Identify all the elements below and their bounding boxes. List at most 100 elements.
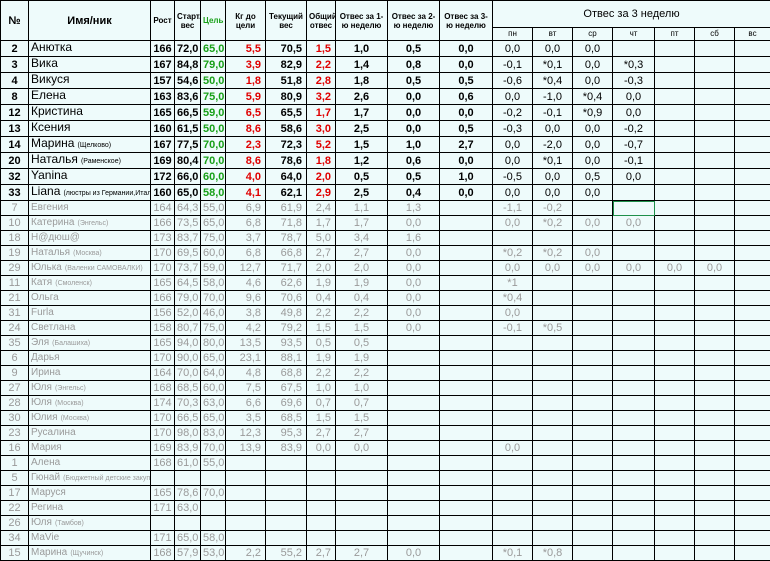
week1-cell[interactable]: 1,5: [336, 321, 388, 336]
day-cell[interactable]: [735, 501, 770, 516]
day-cell[interactable]: [533, 501, 573, 516]
total-loss-cell[interactable]: 1,7: [307, 105, 336, 121]
total-loss-cell[interactable]: 2,2: [307, 366, 336, 381]
day-cell[interactable]: 0,0: [493, 153, 533, 169]
day-cell[interactable]: [695, 73, 735, 89]
day-cell[interactable]: [613, 501, 655, 516]
day-cell[interactable]: 0,0: [655, 261, 695, 276]
day-cell[interactable]: [613, 201, 655, 216]
col-no[interactable]: №: [1, 1, 29, 41]
total-loss-cell[interactable]: 2,2: [307, 306, 336, 321]
row-number-cell[interactable]: 35: [1, 336, 29, 351]
row-number-cell[interactable]: 21: [1, 291, 29, 306]
name-cell[interactable]: MaVie: [29, 531, 151, 546]
week1-cell[interactable]: 1,5: [336, 411, 388, 426]
week3-cell[interactable]: 0,5: [440, 73, 493, 89]
day-cell[interactable]: [613, 351, 655, 366]
row-number-cell[interactable]: 11: [1, 276, 29, 291]
row-number-cell[interactable]: 17: [1, 486, 29, 501]
current-weight-cell[interactable]: 62,1: [266, 185, 307, 201]
total-loss-cell[interactable]: 2,2: [307, 57, 336, 73]
day-cell[interactable]: [573, 441, 613, 456]
day-cell[interactable]: [695, 456, 735, 471]
goal-cell[interactable]: 65,0: [201, 216, 226, 231]
togo-cell[interactable]: 4,1: [226, 185, 266, 201]
row-number-cell[interactable]: 10: [1, 216, 29, 231]
week2-cell[interactable]: 0,0: [388, 121, 440, 137]
goal-cell[interactable]: 55,0: [201, 456, 226, 471]
day-cell[interactable]: [573, 471, 613, 486]
day-cell[interactable]: [735, 201, 770, 216]
day-cell[interactable]: *0,2: [533, 216, 573, 231]
name-cell[interactable]: Марина (Щелково): [29, 137, 151, 153]
day-cell[interactable]: [613, 531, 655, 546]
day-cell[interactable]: 0,0: [573, 73, 613, 89]
day-cell[interactable]: [655, 426, 695, 441]
goal-cell[interactable]: 70,0: [201, 153, 226, 169]
week3-cell[interactable]: [440, 261, 493, 276]
goal-cell[interactable]: 65,0: [201, 411, 226, 426]
day-cell[interactable]: 0,0: [613, 169, 655, 185]
togo-cell[interactable]: [226, 471, 266, 486]
day-cell[interactable]: [655, 516, 695, 531]
togo-cell[interactable]: 6,8: [226, 216, 266, 231]
togo-cell[interactable]: [226, 516, 266, 531]
day-cell[interactable]: [613, 306, 655, 321]
day-cell[interactable]: [735, 531, 770, 546]
day-cell[interactable]: [655, 396, 695, 411]
day-cell[interactable]: [735, 137, 770, 153]
day-cell[interactable]: [573, 501, 613, 516]
togo-cell[interactable]: 6,6: [226, 396, 266, 411]
height-cell[interactable]: 171: [151, 501, 175, 516]
row-number-cell[interactable]: 32: [1, 169, 29, 185]
day-cell[interactable]: [655, 411, 695, 426]
current-weight-cell[interactable]: 93,5: [266, 336, 307, 351]
week3-cell[interactable]: 2,7: [440, 137, 493, 153]
week3-cell[interactable]: [440, 471, 493, 486]
start-weight-cell[interactable]: 66,5: [175, 105, 201, 121]
day-cell[interactable]: [613, 471, 655, 486]
togo-cell[interactable]: 13,5: [226, 336, 266, 351]
week1-cell[interactable]: 1,1: [336, 201, 388, 216]
current-weight-cell[interactable]: 67,5: [266, 381, 307, 396]
day-cell[interactable]: [613, 185, 655, 201]
start-weight-cell[interactable]: 66,0: [175, 169, 201, 185]
row-number-cell[interactable]: 19: [1, 246, 29, 261]
day-cell[interactable]: [735, 276, 770, 291]
week1-cell[interactable]: 1,2: [336, 153, 388, 169]
day-cell[interactable]: -0,1: [613, 153, 655, 169]
row-number-cell[interactable]: 1: [1, 456, 29, 471]
week1-cell[interactable]: 0,0: [336, 441, 388, 456]
total-loss-cell[interactable]: 1,0: [307, 381, 336, 396]
name-cell[interactable]: Furla: [29, 306, 151, 321]
day-cell[interactable]: [735, 516, 770, 531]
total-loss-cell[interactable]: 0,5: [307, 336, 336, 351]
height-cell[interactable]: [151, 516, 175, 531]
day-cell[interactable]: *0,5: [533, 321, 573, 336]
week2-cell[interactable]: [388, 366, 440, 381]
day-cell[interactable]: 0,0: [573, 57, 613, 73]
total-loss-cell[interactable]: 5,2: [307, 137, 336, 153]
week1-cell[interactable]: [336, 456, 388, 471]
start-weight-cell[interactable]: 94,0: [175, 336, 201, 351]
week1-cell[interactable]: 0,5: [336, 336, 388, 351]
height-cell[interactable]: 165: [151, 336, 175, 351]
week3-cell[interactable]: [440, 411, 493, 426]
week2-cell[interactable]: [388, 351, 440, 366]
week1-cell[interactable]: 0,5: [336, 169, 388, 185]
day-cell[interactable]: [735, 231, 770, 246]
day-cell[interactable]: 0,5: [573, 169, 613, 185]
height-cell[interactable]: 163: [151, 89, 175, 105]
height-cell[interactable]: 169: [151, 153, 175, 169]
week3-cell[interactable]: [440, 486, 493, 501]
day-cell[interactable]: [533, 336, 573, 351]
week1-cell[interactable]: 1,9: [336, 276, 388, 291]
day-cell[interactable]: [735, 261, 770, 276]
height-cell[interactable]: 171: [151, 531, 175, 546]
day-cell[interactable]: [735, 321, 770, 336]
day-cell[interactable]: *0,2: [493, 246, 533, 261]
day-cell[interactable]: -0,2: [613, 121, 655, 137]
name-cell[interactable]: Мария: [29, 441, 151, 456]
day-cell[interactable]: [655, 336, 695, 351]
start-weight-cell[interactable]: 64,5: [175, 276, 201, 291]
